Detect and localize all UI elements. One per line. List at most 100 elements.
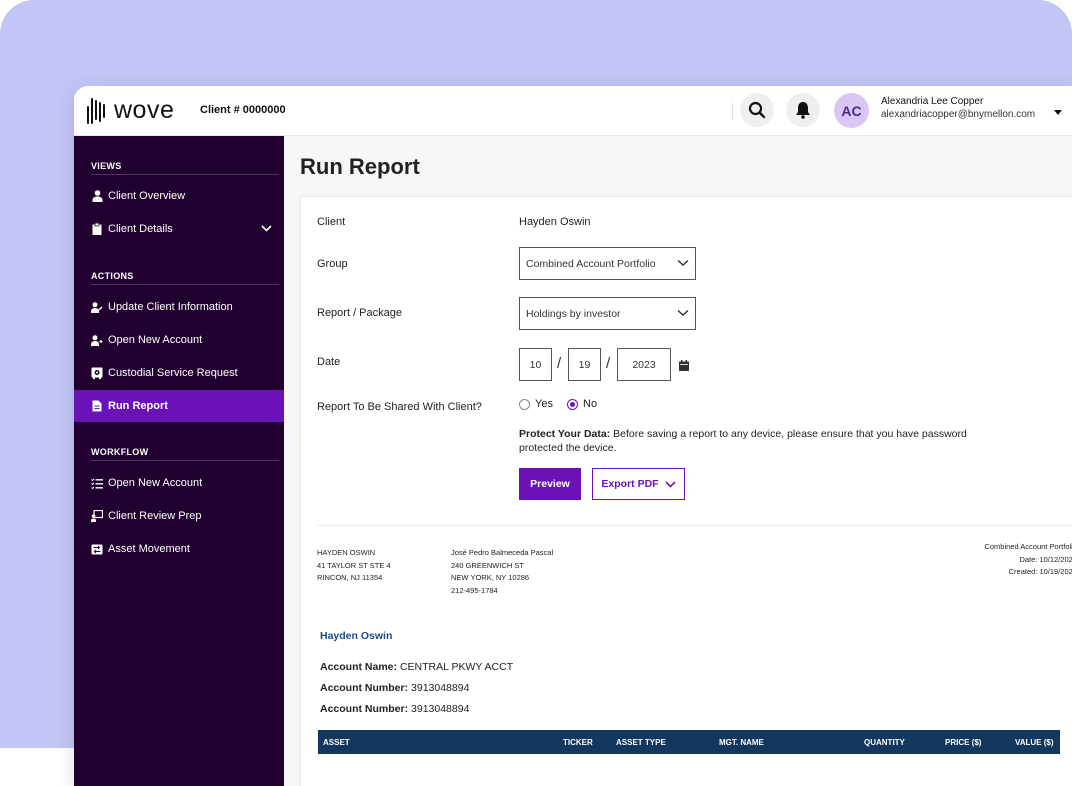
sidebar-item-workflow-open-new-account[interactable]: Open New Account [74, 467, 284, 499]
document-icon [91, 400, 103, 412]
sidebar-item-open-new-account[interactable]: Open New Account [74, 324, 284, 356]
calendar-icon[interactable] [679, 358, 689, 376]
export-pdf-label: Export PDF [601, 478, 659, 490]
chevron-down-icon [677, 258, 689, 270]
group-select-value: Combined Account Portfolio [526, 257, 656, 270]
date-year-input[interactable]: 2023 [617, 348, 671, 381]
report-package-select[interactable]: Holdings by investor [519, 297, 696, 330]
sidebar-item-label: Client Overview [108, 190, 186, 202]
client-address-block: HAYDEN OSWIN 41 TAYLOR ST STE 4 RINCON, … [317, 547, 391, 585]
date-separator: / [557, 355, 562, 372]
top-bar: wove Client # 0000000 AC Alexandria Lee … [74, 86, 1072, 136]
sidebar-item-label: Update Client Information [108, 301, 233, 313]
chevron-down-icon[interactable] [261, 223, 272, 235]
share-no-radio[interactable]: No [567, 398, 597, 410]
address-line: 41 TAYLOR ST STE 4 [317, 560, 391, 570]
sidebar-item-update-client-information[interactable]: Update Client Information [74, 291, 284, 323]
advisor-address-block: José Pedro Balmeceda Pascal 240 GREENWIC… [451, 547, 553, 597]
user-menu-caret-icon[interactable] [1054, 103, 1062, 121]
sidebar-heading-actions: ACTIONS [91, 271, 134, 281]
page-title: Run Report [300, 154, 420, 179]
wove-logo[interactable]: wove [84, 95, 174, 125]
report-client-name: Hayden Oswin [320, 630, 393, 642]
share-yes-label: Yes [535, 398, 553, 410]
user-name: Alexandria Lee Copper [881, 96, 984, 107]
safe-icon [91, 367, 103, 379]
report-meta-portfolio: Combined Account Portfolio [984, 542, 1072, 551]
sidebar-item-label: Open New Account [108, 334, 203, 346]
client-number: Client # 0000000 [200, 104, 286, 116]
sidebar-item-label: Custodial Service Request [108, 367, 238, 379]
search-button[interactable] [740, 93, 774, 127]
clipboard-icon [91, 223, 103, 235]
sidebar-divider [91, 284, 279, 285]
main-content: Run Report Client Hayden Oswin Group Com… [284, 136, 1072, 786]
column-header-ticker[interactable]: TICKER [563, 738, 593, 747]
top-divider [732, 103, 733, 119]
column-header-asset-type[interactable]: ASSET TYPE [616, 738, 666, 747]
address-line: 240 GREENWICH ST [451, 560, 524, 570]
sidebar-item-run-report[interactable]: Run Report [74, 390, 284, 422]
report-package-label: Report / Package [317, 307, 402, 319]
sidebar-item-client-overview[interactable]: Client Overview [74, 180, 284, 212]
bell-icon [796, 102, 810, 119]
share-yes-radio[interactable]: Yes [519, 398, 553, 410]
notifications-button[interactable] [786, 93, 820, 127]
group-select[interactable]: Combined Account Portfolio [519, 247, 696, 280]
sidebar-item-label: Run Report [108, 400, 168, 412]
user-email: alexandriacopper@bnymellon.com [881, 109, 1036, 120]
sidebar-item-custodial-service-request[interactable]: Custodial Service Request [74, 357, 284, 389]
account-number-value: 3913048894 [411, 703, 470, 715]
review-icon [91, 510, 103, 522]
account-number-row: Account Number: 3913048894 [320, 682, 469, 694]
share-no-label: No [583, 398, 598, 410]
search-icon [748, 101, 766, 119]
account-number-row: Account Number: 3913048894 [320, 703, 469, 715]
account-name-row: Account Name: CENTRAL PKWY ACCT [320, 661, 513, 673]
client-value: Hayden Oswin [519, 216, 591, 228]
radio-circle-icon [519, 398, 530, 410]
date-month-input[interactable]: 10 [519, 348, 552, 381]
date-day-input[interactable]: 19 [568, 348, 601, 381]
client-label: Client [317, 216, 346, 228]
protect-data-title: Protect Your Data: [519, 428, 611, 440]
sidebar-item-label: Client Review Prep [108, 510, 202, 522]
radio-selected-icon [567, 398, 578, 410]
sidebar-item-client-details[interactable]: Client Details [74, 213, 284, 245]
run-report-card: Client Hayden Oswin Group Combined Accou… [300, 196, 1072, 786]
sidebar-divider [91, 174, 279, 175]
address-line: José Pedro Balmeceda Pascal [451, 548, 554, 557]
sidebar-item-asset-movement[interactable]: Asset Movement [74, 533, 284, 565]
account-number-label: Account Number: [320, 682, 409, 694]
avatar[interactable]: AC [834, 93, 869, 128]
holdings-table-header: ASSET TICKER ASSET TYPE MGT. NAME QUANTI… [318, 730, 1060, 754]
group-label: Group [317, 258, 348, 270]
address-line: HAYDEN OSWIN [317, 548, 376, 557]
address-line: NEW YORK, NY 10286 [451, 573, 530, 582]
column-header-asset[interactable]: ASSET [323, 738, 350, 747]
share-with-client-label: Report To Be Shared With Client? [317, 401, 482, 413]
person-add-icon [91, 334, 103, 346]
column-header-value[interactable]: VALUE ($) [1015, 738, 1054, 747]
preview-button[interactable]: Preview [519, 468, 581, 500]
column-header-quantity[interactable]: QUANTITY [864, 738, 905, 747]
sidebar-heading-workflow: WORKFLOW [91, 447, 149, 457]
address-line: 212-495-1784 [451, 585, 498, 595]
chevron-down-icon [677, 308, 689, 320]
date-separator: / [606, 355, 611, 372]
sidebar-heading-views: VIEWS [91, 161, 122, 171]
report-meta: Combined Account Portfolio Date: 10/12/2… [984, 541, 1072, 579]
chevron-down-icon [665, 480, 676, 488]
export-pdf-button[interactable]: Export PDF [592, 468, 685, 500]
sidebar-item-label: Client Details [108, 223, 173, 235]
checklist-icon [91, 477, 103, 489]
wove-logo-icon [87, 98, 105, 124]
logo-text: wove [114, 95, 175, 124]
account-number-value: 3913048894 [411, 682, 470, 694]
account-number-label: Account Number: [320, 703, 409, 715]
sidebar-item-client-review-prep[interactable]: Client Review Prep [74, 500, 284, 532]
column-header-mgt-name[interactable]: MGT. NAME [719, 738, 764, 747]
person-icon [91, 190, 103, 202]
app-window: wove Client # 0000000 AC Alexandria Lee … [74, 86, 1072, 786]
column-header-price[interactable]: PRICE ($) [945, 738, 981, 747]
